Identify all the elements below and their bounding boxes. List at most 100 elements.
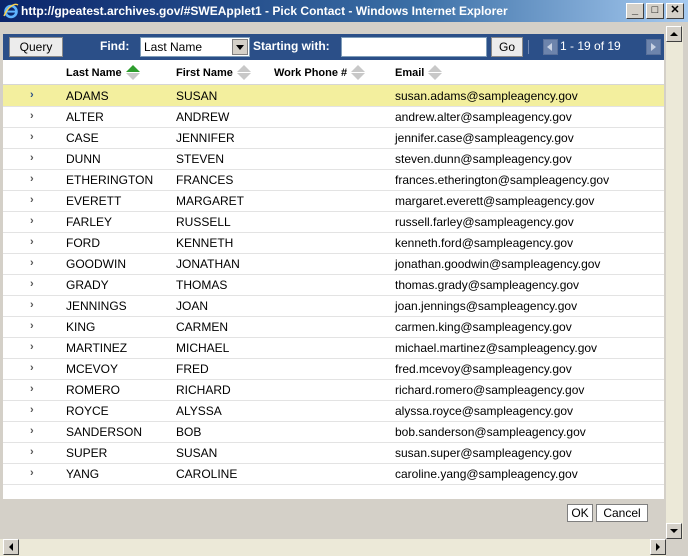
table-row[interactable]: › SANDERSON BOB bob.sanderson@sampleagency.… [3,421,664,443]
chevron-right-icon[interactable]: › [30,278,34,290]
email-cell: kenneth.ford@sampleagency.gov [395,236,574,250]
first-name-cell: CARMEN [176,320,229,334]
sort-arrows-icon[interactable] [351,65,366,80]
chevron-right-icon[interactable]: › [30,341,34,353]
chevron-right-icon[interactable]: › [30,299,34,311]
chevron-right-icon[interactable]: › [30,362,34,374]
table-row[interactable]: › GOODWIN JONATHAN jonathan.goodwin@samplea… [3,253,664,275]
first-name-cell: JENNIFER [176,131,235,145]
chevron-right-icon[interactable]: › [30,236,34,248]
minimize-button[interactable]: _ [626,3,644,19]
cancel-button[interactable]: Cancel [596,504,648,522]
email-cell: joan.jennings@sampleagency.gov [395,299,578,313]
column-header-work-phone[interactable]: Work Phone # [274,65,366,80]
next-page-icon[interactable] [646,39,661,55]
first-name-cell: ALYSSA [176,404,222,418]
last-name-cell: ROYCE [66,404,109,418]
vertical-scrollbar[interactable] [666,26,683,539]
contact-list: Last Name First Name Work Phone # Email … [3,60,664,499]
chevron-right-icon[interactable]: › [30,131,34,143]
go-button[interactable]: Go [491,37,523,57]
table-row[interactable]: › FARLEY RUSSELL russell.farley@sampleagenc… [3,211,664,233]
first-name-cell: RICHARD [176,383,231,397]
find-field-select[interactable]: Last Name [140,37,250,57]
sort-ascending-icon[interactable] [125,65,140,80]
close-button[interactable]: ✕ [666,3,684,19]
table-row[interactable]: › FORD KENNETH kenneth.ford@sampleagency.go… [3,232,664,254]
chevron-right-icon[interactable]: › [30,89,34,101]
column-header-email[interactable]: Email [395,65,443,80]
query-button[interactable]: Query [9,37,63,57]
chevron-right-icon[interactable]: › [30,383,34,395]
sort-arrows-icon[interactable] [236,65,251,80]
ie-logo-icon [3,3,19,19]
first-name-cell: SUSAN [176,446,218,460]
chevron-right-icon[interactable]: › [30,110,34,122]
scroll-left-icon[interactable] [3,539,19,555]
chevron-right-icon[interactable]: › [30,215,34,227]
last-name-cell: JENNINGS [66,299,127,313]
table-row[interactable]: › KING CARMEN carmen.king@sampleagency.gov [3,316,664,338]
table-row[interactable]: › CASE JENNIFER jennifer.case@sampleagency.… [3,127,664,149]
chevron-right-icon[interactable]: › [30,446,34,458]
ok-button[interactable]: OK [567,504,593,522]
table-row[interactable]: › YANG CAROLINE caroline.yang@sampleagency.… [3,463,664,485]
table-row[interactable]: › ADAMS SUSAN susan.adams@sampleagency.gov [3,85,664,107]
first-name-cell: JOAN [176,299,209,313]
scroll-right-icon[interactable] [650,539,666,555]
table-row[interactable]: › ETHERINGTON FRANCES frances.etherington@s… [3,169,664,191]
table-row[interactable]: › JENNINGS JOAN joan.jennings@sampleagency.… [3,295,664,317]
horizontal-scrollbar[interactable] [0,539,666,556]
starting-with-input[interactable] [341,37,487,57]
last-name-cell: SUPER [66,446,108,460]
chevron-right-icon[interactable]: › [30,194,34,206]
title-bar[interactable]: http://gpeatest.archives.gov/#SWEApplet1… [0,0,688,22]
email-cell: michael.martinez@sampleagency.gov [395,341,598,355]
chevron-right-icon[interactable]: › [30,320,34,332]
window-title: http://gpeatest.archives.gov/#SWEApplet1… [21,4,508,18]
chevron-right-icon[interactable]: › [30,404,34,416]
scroll-down-icon[interactable] [666,523,682,539]
table-row[interactable]: › ALTER ANDREW andrew.alter@sampleagency.go… [3,106,664,128]
scrollbar-corner [666,539,688,556]
chevron-right-icon[interactable]: › [30,467,34,479]
column-header-last-name[interactable]: Last Name [66,65,140,80]
table-row[interactable]: › EVERETT MARGARET margaret.everett@samplea… [3,190,664,212]
starting-with-label: Starting with: [253,39,330,53]
last-name-cell: GOODWIN [66,257,126,271]
last-name-cell: FARLEY [66,215,113,229]
table-row[interactable]: › MARTINEZ MICHAEL michael.martinez@samplea… [3,337,664,359]
table-row[interactable]: › GRADY THOMAS thomas.grady@sampleagency.go… [3,274,664,296]
last-name-cell: CASE [66,131,99,145]
chevron-right-icon[interactable]: › [30,152,34,164]
maximize-button[interactable]: □ [646,3,664,19]
chevron-right-icon[interactable]: › [30,257,34,269]
sort-arrows-icon[interactable] [428,65,443,80]
chevron-right-icon[interactable]: › [30,173,34,185]
last-name-cell: ALTER [66,110,104,124]
table-row[interactable]: › MCEVOY FRED fred.mcevoy@sampleagency.gov [3,358,664,380]
table-row[interactable]: › ROMERO RICHARD richard.romero@sampleagenc… [3,379,664,401]
first-name-cell: ANDREW [176,110,230,124]
last-name-cell: EVERETT [66,194,122,208]
chevron-down-icon[interactable] [232,39,248,55]
browser-window: http://gpeatest.archives.gov/#SWEApplet1… [0,0,688,556]
email-cell: fred.mcevoy@sampleagency.gov [395,362,572,376]
previous-page-icon[interactable] [543,39,558,55]
table-row[interactable]: › DUNN STEVEN steven.dunn@sampleagency.gov [3,148,664,170]
first-name-cell: SUSAN [176,89,218,103]
chevron-right-icon[interactable]: › [30,425,34,437]
email-cell: jennifer.case@sampleagency.gov [395,131,574,145]
last-name-cell: ROMERO [66,383,120,397]
last-name-cell: GRADY [66,278,109,292]
table-row[interactable]: › ROYCE ALYSSA alyssa.royce@sampleagency.go… [3,400,664,422]
email-cell: thomas.grady@sampleagency.gov [395,278,580,292]
scroll-up-icon[interactable] [666,26,682,42]
email-cell: andrew.alter@sampleagency.gov [395,110,572,124]
first-name-cell: MARGARET [176,194,245,208]
column-header-first-name[interactable]: First Name [176,65,251,80]
last-name-cell: SANDERSON [66,425,143,439]
last-name-cell: MARTINEZ [66,341,128,355]
table-row[interactable]: › SUPER SUSAN susan.super@sampleagency.gov [3,442,664,464]
first-name-cell: FRANCES [176,173,234,187]
